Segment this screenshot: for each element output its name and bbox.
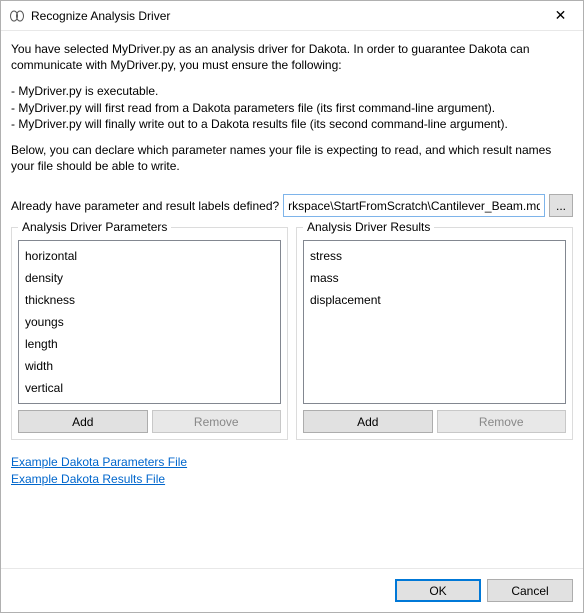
intro-bullets: - MyDriver.py is executable. - MyDriver.…: [11, 83, 573, 132]
intro-paragraph-1: You have selected MyDriver.py as an anal…: [11, 41, 573, 73]
list-item[interactable]: thickness: [21, 289, 278, 311]
close-button[interactable]: ✕: [538, 1, 583, 30]
list-item[interactable]: horizontal: [21, 245, 278, 267]
results-panel-title: Analysis Driver Results: [303, 220, 434, 234]
parameters-remove-button: Remove: [152, 410, 282, 433]
intro-text: You have selected MyDriver.py as an anal…: [11, 41, 573, 184]
window-title: Recognize Analysis Driver: [31, 9, 538, 23]
parameters-add-button[interactable]: Add: [18, 410, 148, 433]
bullet-item: - MyDriver.py will finally write out to …: [11, 116, 573, 132]
bullet-item: - MyDriver.py will first read from a Dak…: [11, 100, 573, 116]
list-item[interactable]: mass: [306, 267, 563, 289]
definition-row: Already have parameter and result labels…: [11, 194, 573, 217]
list-item[interactable]: width: [21, 355, 278, 377]
example-params-link[interactable]: Example Dakota Parameters File: [11, 455, 187, 469]
parameters-listbox[interactable]: horizontal density thickness youngs leng…: [18, 240, 281, 404]
app-icon: [9, 8, 25, 24]
list-item[interactable]: displacement: [306, 289, 563, 311]
intro-paragraph-2: Below, you can declare which parameter n…: [11, 142, 573, 174]
parameters-buttons: Add Remove: [18, 410, 281, 433]
ok-button[interactable]: OK: [395, 579, 481, 602]
panels-row: Analysis Driver Parameters horizontal de…: [11, 227, 573, 440]
dialog-footer: OK Cancel: [1, 568, 583, 612]
example-links: Example Dakota Parameters File Example D…: [11, 452, 573, 489]
list-item[interactable]: vertical: [21, 377, 278, 399]
list-item[interactable]: density: [21, 267, 278, 289]
browse-button[interactable]: ...: [549, 194, 573, 217]
results-buttons: Add Remove: [303, 410, 566, 433]
example-results-link[interactable]: Example Dakota Results File: [11, 472, 165, 486]
results-remove-button: Remove: [437, 410, 567, 433]
results-add-button[interactable]: Add: [303, 410, 433, 433]
list-item[interactable]: stress: [306, 245, 563, 267]
definition-label: Already have parameter and result labels…: [11, 199, 279, 213]
content-area: You have selected MyDriver.py as an anal…: [1, 31, 583, 568]
cancel-button[interactable]: Cancel: [487, 579, 573, 602]
list-item[interactable]: length: [21, 333, 278, 355]
dialog-window: Recognize Analysis Driver ✕ You have sel…: [0, 0, 584, 613]
close-icon: ✕: [555, 7, 567, 24]
results-panel: Analysis Driver Results stress mass disp…: [296, 227, 573, 440]
parameters-panel-title: Analysis Driver Parameters: [18, 220, 171, 234]
definition-path-input[interactable]: [283, 194, 545, 217]
bullet-item: - MyDriver.py is executable.: [11, 83, 573, 99]
results-listbox[interactable]: stress mass displacement: [303, 240, 566, 404]
parameters-panel: Analysis Driver Parameters horizontal de…: [11, 227, 288, 440]
list-item[interactable]: youngs: [21, 311, 278, 333]
titlebar: Recognize Analysis Driver ✕: [1, 1, 583, 31]
